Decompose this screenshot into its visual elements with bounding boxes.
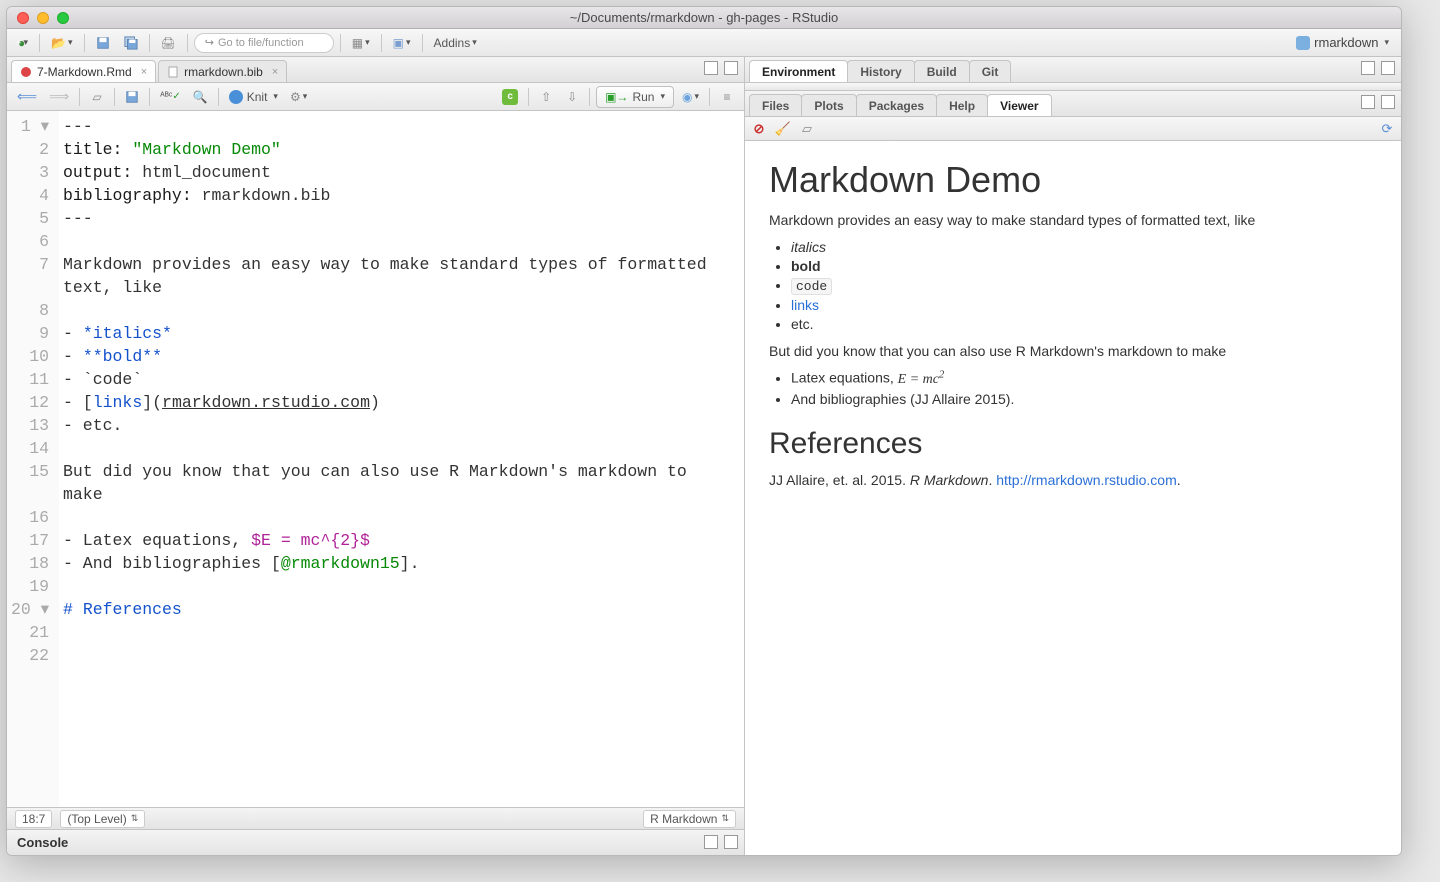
minimize-pane-icon[interactable] [704,835,718,849]
references-heading: References [769,427,1377,461]
console-tab[interactable]: Console [17,835,68,850]
close-tab-icon[interactable]: × [272,66,278,78]
minimize-pane-icon[interactable] [1361,95,1375,109]
run-button[interactable]: ▣→Run▾ [596,86,674,108]
save-button[interactable] [91,32,115,54]
viewer-paragraph: But did you know that you can also use R… [769,342,1377,362]
save-source-button[interactable] [121,86,143,108]
tab-plots[interactable]: Plots [801,94,856,116]
viewer-paragraph: Markdown provides an easy way to make st… [769,211,1377,231]
italics-item: italics [791,239,826,255]
tab-files[interactable]: Files [749,94,802,116]
minimize-pane-icon[interactable] [1361,61,1375,75]
clear-viewer-button[interactable]: 🧹 [775,121,791,137]
publish-button[interactable]: ◉▾ [678,86,703,108]
open-browser-button[interactable]: ▱ [799,121,815,137]
insert-chunk-button[interactable]: c [498,86,522,108]
new-file-button[interactable]: ●+▾ [13,32,33,54]
spellcheck-button[interactable]: ᴬᴮᶜ✓ [156,86,185,108]
latex-item: Latex equations, E = mc2 [791,369,1377,388]
minimize-pane-icon[interactable] [704,61,718,75]
bold-item: bold [791,258,821,274]
maximize-pane-icon[interactable] [724,61,738,75]
reference-entry: JJ Allaire, et. al. 2015. R Markdown. ht… [769,471,1377,491]
show-in-new-window-button[interactable]: ▱ [86,86,108,108]
viewer-heading: Markdown Demo [769,159,1377,201]
reference-link[interactable]: http://rmarkdown.rstudio.com [996,472,1177,488]
line-number-gutter: 1 ▾ 2 3 4 5 6 7 8 9 10 11 12 13 14 15 [7,111,59,807]
find-button[interactable]: 🔍 [189,86,212,108]
maximize-pane-icon[interactable] [1381,95,1395,109]
knit-button[interactable]: Knit▾ [225,86,282,108]
right-bottom-tabbar: Files Plots Packages Help Viewer [745,91,1401,117]
scope-selector[interactable]: (Top Level) ⇅ [60,810,145,828]
console-tabbar: Console [7,829,744,855]
cursor-position[interactable]: 18:7 [15,810,52,828]
viewer-content[interactable]: Markdown Demo Markdown provides an easy … [745,141,1401,855]
window-title: ~/Documents/rmarkdown - gh-pages - RStud… [7,10,1401,25]
goto-file-function-input[interactable]: ↪Go to file/function [194,33,334,53]
tab-git[interactable]: Git [969,60,1012,82]
editor-toolbar: ⟸ ⟹ ▱ ᴬᴮᶜ✓ 🔍 Knit▾ ⚙▾ c ⇧ ⇩ ▣→Run▾ ◉▾ [7,83,744,111]
right-top-tabbar: Environment History Build Git [745,57,1401,83]
project-menu[interactable]: rmarkdown▾ [1290,35,1395,50]
maximize-pane-icon[interactable] [724,835,738,849]
tab-rmarkdown-bib[interactable]: rmarkdown.bib × [158,60,287,82]
code-item: code [791,278,832,295]
viewer-toolbar: ⊘ 🧹 ▱ ⟳ [745,117,1401,141]
language-selector[interactable]: R Markdown ⇅ [643,810,736,828]
outline-button[interactable]: ≡ [716,86,738,108]
source-tabbar: 7-Markdown.Rmd × rmarkdown.bib × [7,57,744,83]
biblio-item: And bibliographies (JJ Allaire 2015). [791,391,1377,407]
close-tab-icon[interactable]: × [141,66,147,78]
links-item[interactable]: links [791,297,819,313]
viewer-list: Latex equations, E = mc2 And bibliograph… [791,369,1377,407]
tab-viewer[interactable]: Viewer [987,94,1051,116]
open-file-button[interactable]: 📂▾ [46,32,77,54]
tools-grid-button[interactable]: ▦▾ [347,32,375,54]
maximize-pane-icon[interactable] [1381,61,1395,75]
etc-item: etc. [791,316,1377,332]
print-button[interactable]: 🖨 [156,32,181,54]
knit-options-button[interactable]: ⚙▾ [286,86,311,108]
tab-build[interactable]: Build [914,60,970,82]
titlebar: ~/Documents/rmarkdown - gh-pages - RStud… [7,7,1401,29]
nav-forward-button[interactable]: ⟹ [45,86,73,108]
remove-viewer-button[interactable]: ⊘ [751,121,767,137]
nav-back-button[interactable]: ⟸ [13,86,41,108]
prev-chunk-button[interactable]: ⇧ [535,86,557,108]
addins-menu[interactable]: Addins▾ [429,32,482,54]
tab-history[interactable]: History [847,60,914,82]
tab-environment[interactable]: Environment [749,60,848,82]
tab-packages[interactable]: Packages [856,94,937,116]
tab-help[interactable]: Help [936,94,988,116]
panes-button[interactable]: ▣▾ [388,32,416,54]
tab-label: rmarkdown.bib [184,65,263,79]
tab-label: 7-Markdown.Rmd [37,65,132,79]
code-content[interactable]: --- title: "Markdown Demo" output: html_… [59,111,744,807]
refresh-viewer-button[interactable]: ⟳ [1379,121,1395,137]
code-editor[interactable]: 1 ▾ 2 3 4 5 6 7 8 9 10 11 12 13 14 15 [7,111,744,807]
save-all-button[interactable] [119,32,143,54]
tab-7-markdown-rmd[interactable]: 7-Markdown.Rmd × [11,60,156,82]
editor-status-bar: 18:7 (Top Level) ⇅ R Markdown ⇅ [7,807,744,829]
main-toolbar: ●+▾ 📂▾ 🖨 ↪Go to file/function ▦▾ ▣▾ Addi… [7,29,1401,57]
next-chunk-button[interactable]: ⇩ [561,86,583,108]
viewer-list: italics bold code links etc. [791,239,1377,332]
